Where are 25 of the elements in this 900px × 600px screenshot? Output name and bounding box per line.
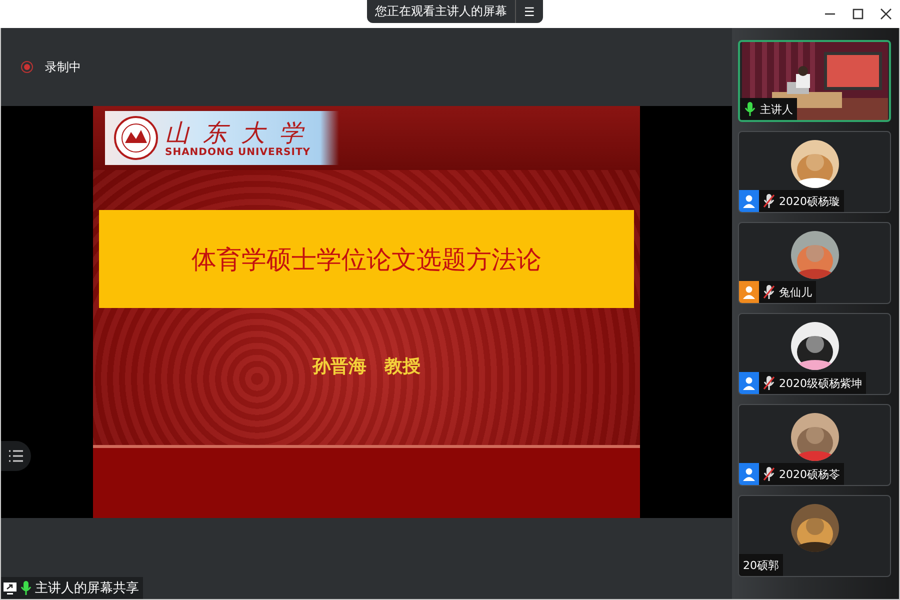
list-icon (9, 450, 23, 462)
emblem-icon (113, 115, 159, 161)
participant-tile[interactable]: 主讲人 (738, 40, 891, 122)
participant-name: 2020硕杨璇 (779, 194, 840, 208)
slide-title: 体育学硕士学位论文选题方法论 (192, 244, 542, 276)
banner-text: 您正在观看主讲人的屏幕 (374, 3, 508, 20)
maximize-icon (852, 8, 864, 20)
slide-author: 孙晋海 教授 (312, 355, 420, 378)
logo-english-text: SHANDONG UNIVERSITY (165, 146, 312, 158)
participant-name: 2020硕杨苓 (779, 466, 840, 482)
close-icon (880, 8, 892, 20)
participant-tile[interactable]: 兔仙儿 (738, 222, 891, 304)
list-button[interactable] (1, 441, 31, 471)
logo-chinese-text: 山东大学 (165, 118, 317, 146)
share-label-text: 主讲人的屏幕共享 (35, 580, 139, 597)
banner-menu-button[interactable]: ☰ (515, 0, 543, 23)
participant-tile[interactable]: 2020硕杨苓 (738, 404, 891, 486)
participant-tile[interactable]: 20硕郭 (738, 495, 891, 577)
participant-name: 2020级硕杨紫坤 (779, 376, 862, 390)
participant-tile[interactable]: 2020级硕杨紫坤 (738, 313, 891, 395)
participant-name: 主讲人 (760, 102, 793, 116)
recording-label: 录制中 (45, 58, 81, 76)
participant-name: 20硕郭 (743, 558, 779, 572)
participant-name: 兔仙儿 (779, 284, 812, 300)
participant-tile[interactable]: 2020硕杨璇 (738, 131, 891, 213)
